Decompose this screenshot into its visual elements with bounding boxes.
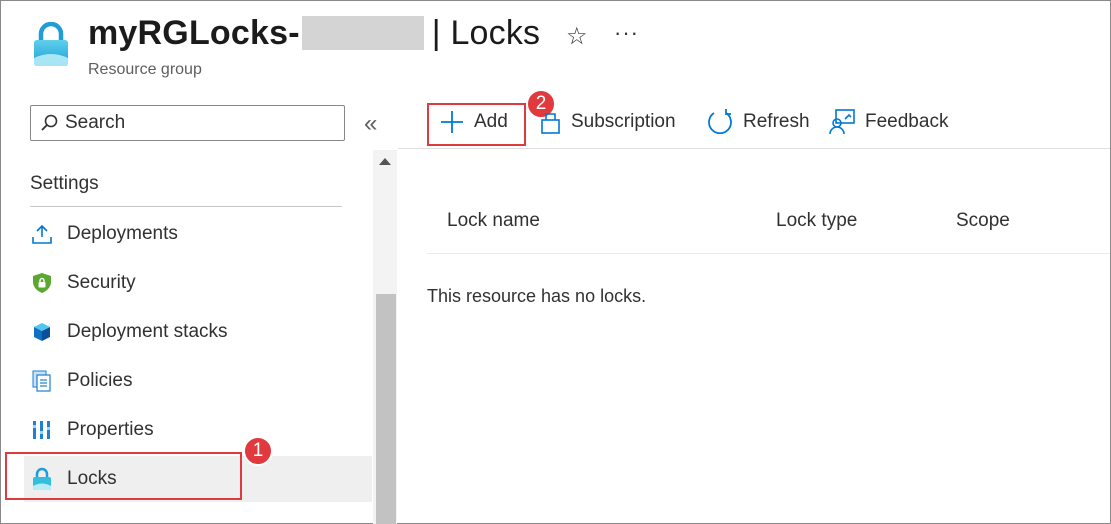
feedback-person-icon xyxy=(828,108,856,136)
step-badge-1: 1 xyxy=(243,436,273,466)
sidebar-item-label: Deployment stacks xyxy=(67,321,228,342)
policy-document-icon xyxy=(30,369,54,393)
scrollbar-thumb[interactable] xyxy=(376,294,396,524)
column-header-lock-name[interactable]: Lock name xyxy=(447,210,540,232)
favorite-star-icon[interactable]: ☆ xyxy=(566,22,588,51)
sidebar-item-deployments[interactable]: Deployments xyxy=(24,211,372,257)
search-box[interactable] xyxy=(30,105,345,141)
empty-state-message: This resource has no locks. xyxy=(427,286,647,306)
settings-section-header: Settings xyxy=(30,173,99,194)
column-header-scope[interactable]: Scope xyxy=(956,210,1010,232)
sidebar-item-label: Deployments xyxy=(67,223,178,244)
add-highlight-box xyxy=(427,103,526,146)
page-subtitle: Resource group xyxy=(88,61,202,78)
title-page-name: Locks xyxy=(450,14,541,52)
search-icon xyxy=(41,114,58,131)
upload-icon xyxy=(30,222,54,246)
refresh-button[interactable]: Refresh xyxy=(706,104,810,140)
sidebar-item-policies[interactable]: Policies xyxy=(24,358,372,404)
refresh-button-label: Refresh xyxy=(743,111,810,132)
title-separator: | xyxy=(431,14,441,52)
table-header-divider xyxy=(427,253,1110,254)
redacted-name-block xyxy=(301,16,424,50)
feedback-button-label: Feedback xyxy=(865,111,949,132)
page-title: myRGLocks- | Locks xyxy=(88,14,540,53)
locks-highlight-box xyxy=(5,452,242,500)
scroll-up-arrow-icon[interactable] xyxy=(379,158,391,165)
sidebar-item-label: Properties xyxy=(67,419,154,440)
cube-stack-icon xyxy=(30,320,54,344)
refresh-icon xyxy=(706,108,734,136)
feedback-button[interactable]: Feedback xyxy=(828,104,948,140)
toolbar-divider xyxy=(398,148,1110,149)
section-divider xyxy=(30,206,342,207)
more-actions-icon[interactable]: ··· xyxy=(614,20,639,46)
properties-bars-icon xyxy=(30,418,54,442)
title-prefix: myRGLocks- xyxy=(88,14,300,52)
collapse-sidebar-icon[interactable]: « xyxy=(364,110,377,138)
subscription-button-label: Subscription xyxy=(571,111,676,132)
sidebar-item-label: Security xyxy=(67,272,136,293)
sidebar-item-properties[interactable]: Properties xyxy=(24,407,372,453)
subscription-button[interactable]: Subscription xyxy=(540,104,676,140)
sidebar-item-deployment-stacks[interactable]: Deployment stacks xyxy=(24,309,372,355)
sidebar-item-security[interactable]: Security xyxy=(24,260,372,306)
resource-lock-icon xyxy=(34,22,68,66)
shield-icon xyxy=(30,271,54,295)
column-header-lock-type[interactable]: Lock type xyxy=(776,210,857,232)
sidebar-item-label: Policies xyxy=(67,370,133,391)
subscription-icon xyxy=(540,110,562,134)
search-input[interactable] xyxy=(65,112,325,134)
